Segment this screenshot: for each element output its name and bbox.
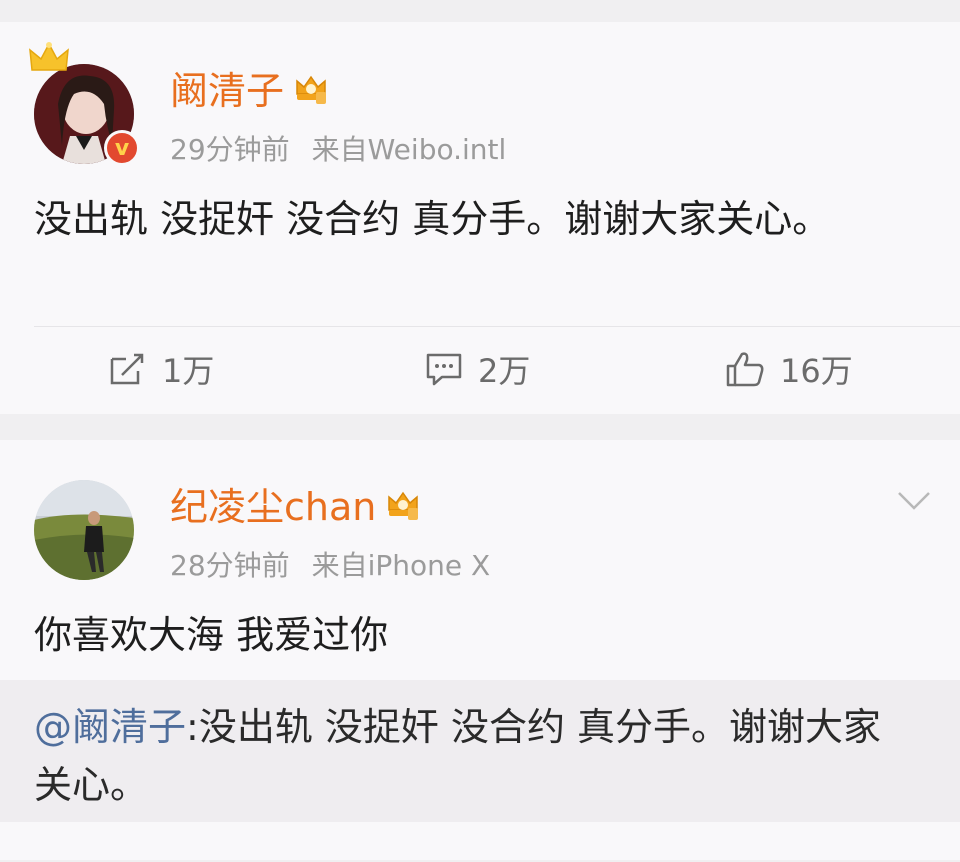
comment-button[interactable]: 2万 xyxy=(424,346,530,392)
post-content: 你喜欢大海 我爱过你 xyxy=(34,613,389,657)
chevron-down-icon[interactable] xyxy=(896,490,932,516)
post-content: 没出轨 没捉奸 没合约 真分手。谢谢大家关心。 xyxy=(34,197,831,241)
post-source[interactable]: 来自Weibo.intl xyxy=(312,128,507,168)
crown-icon xyxy=(28,42,70,80)
like-count: 16万 xyxy=(780,352,853,390)
comment-count: 2万 xyxy=(478,352,531,390)
quoted-post[interactable]: @阚清子:没出轨 没捉奸 没合约 真分手。谢谢大家关心。 xyxy=(0,680,960,822)
post-meta: 29分钟前 来自Weibo.intl xyxy=(170,128,506,168)
username[interactable]: 阚清子 xyxy=(170,68,284,114)
username[interactable]: 纪凌尘chan xyxy=(170,484,376,530)
weibo-post-2[interactable]: 纪凌尘chan 28分钟前 来自iPhone X 你喜欢大海 我爱过你 @阚清子… xyxy=(0,440,960,860)
vip-crown-icon[interactable] xyxy=(294,72,328,110)
weibo-feed: v 阚清子 29分钟前 来自Weibo.intl 没出轨 没捉奸 没合约 真分手… xyxy=(0,0,960,862)
like-button[interactable]: 16万 xyxy=(724,346,853,392)
user-avatar[interactable]: v xyxy=(29,42,140,166)
user-avatar[interactable] xyxy=(34,480,134,580)
post-source[interactable]: 来自iPhone X xyxy=(312,544,491,584)
post-time: 29分钟前 xyxy=(170,133,290,166)
repost-button[interactable]: 1万 xyxy=(108,346,214,392)
avatar-image xyxy=(34,480,134,580)
verified-icon: v xyxy=(104,130,140,166)
weibo-post-1[interactable]: v 阚清子 29分钟前 来自Weibo.intl 没出轨 没捉奸 没合约 真分手… xyxy=(0,22,960,414)
like-icon xyxy=(726,352,764,387)
vip-crown-icon[interactable] xyxy=(386,488,420,526)
post-time: 28分钟前 xyxy=(170,549,290,582)
post-meta: 28分钟前 来自iPhone X xyxy=(170,544,490,584)
divider xyxy=(34,326,960,327)
repost-count: 1万 xyxy=(162,352,215,390)
quoted-text: @阚清子:没出轨 没捉奸 没合约 真分手。谢谢大家关心。 xyxy=(34,698,910,814)
name-row: 纪凌尘chan xyxy=(170,484,420,530)
comment-icon xyxy=(426,353,462,386)
action-bar: 1万 2万 16万 xyxy=(0,346,960,398)
name-row: 阚清子 xyxy=(170,68,328,114)
mention-link[interactable]: @阚清子 xyxy=(34,705,186,749)
repost-icon xyxy=(110,353,144,385)
